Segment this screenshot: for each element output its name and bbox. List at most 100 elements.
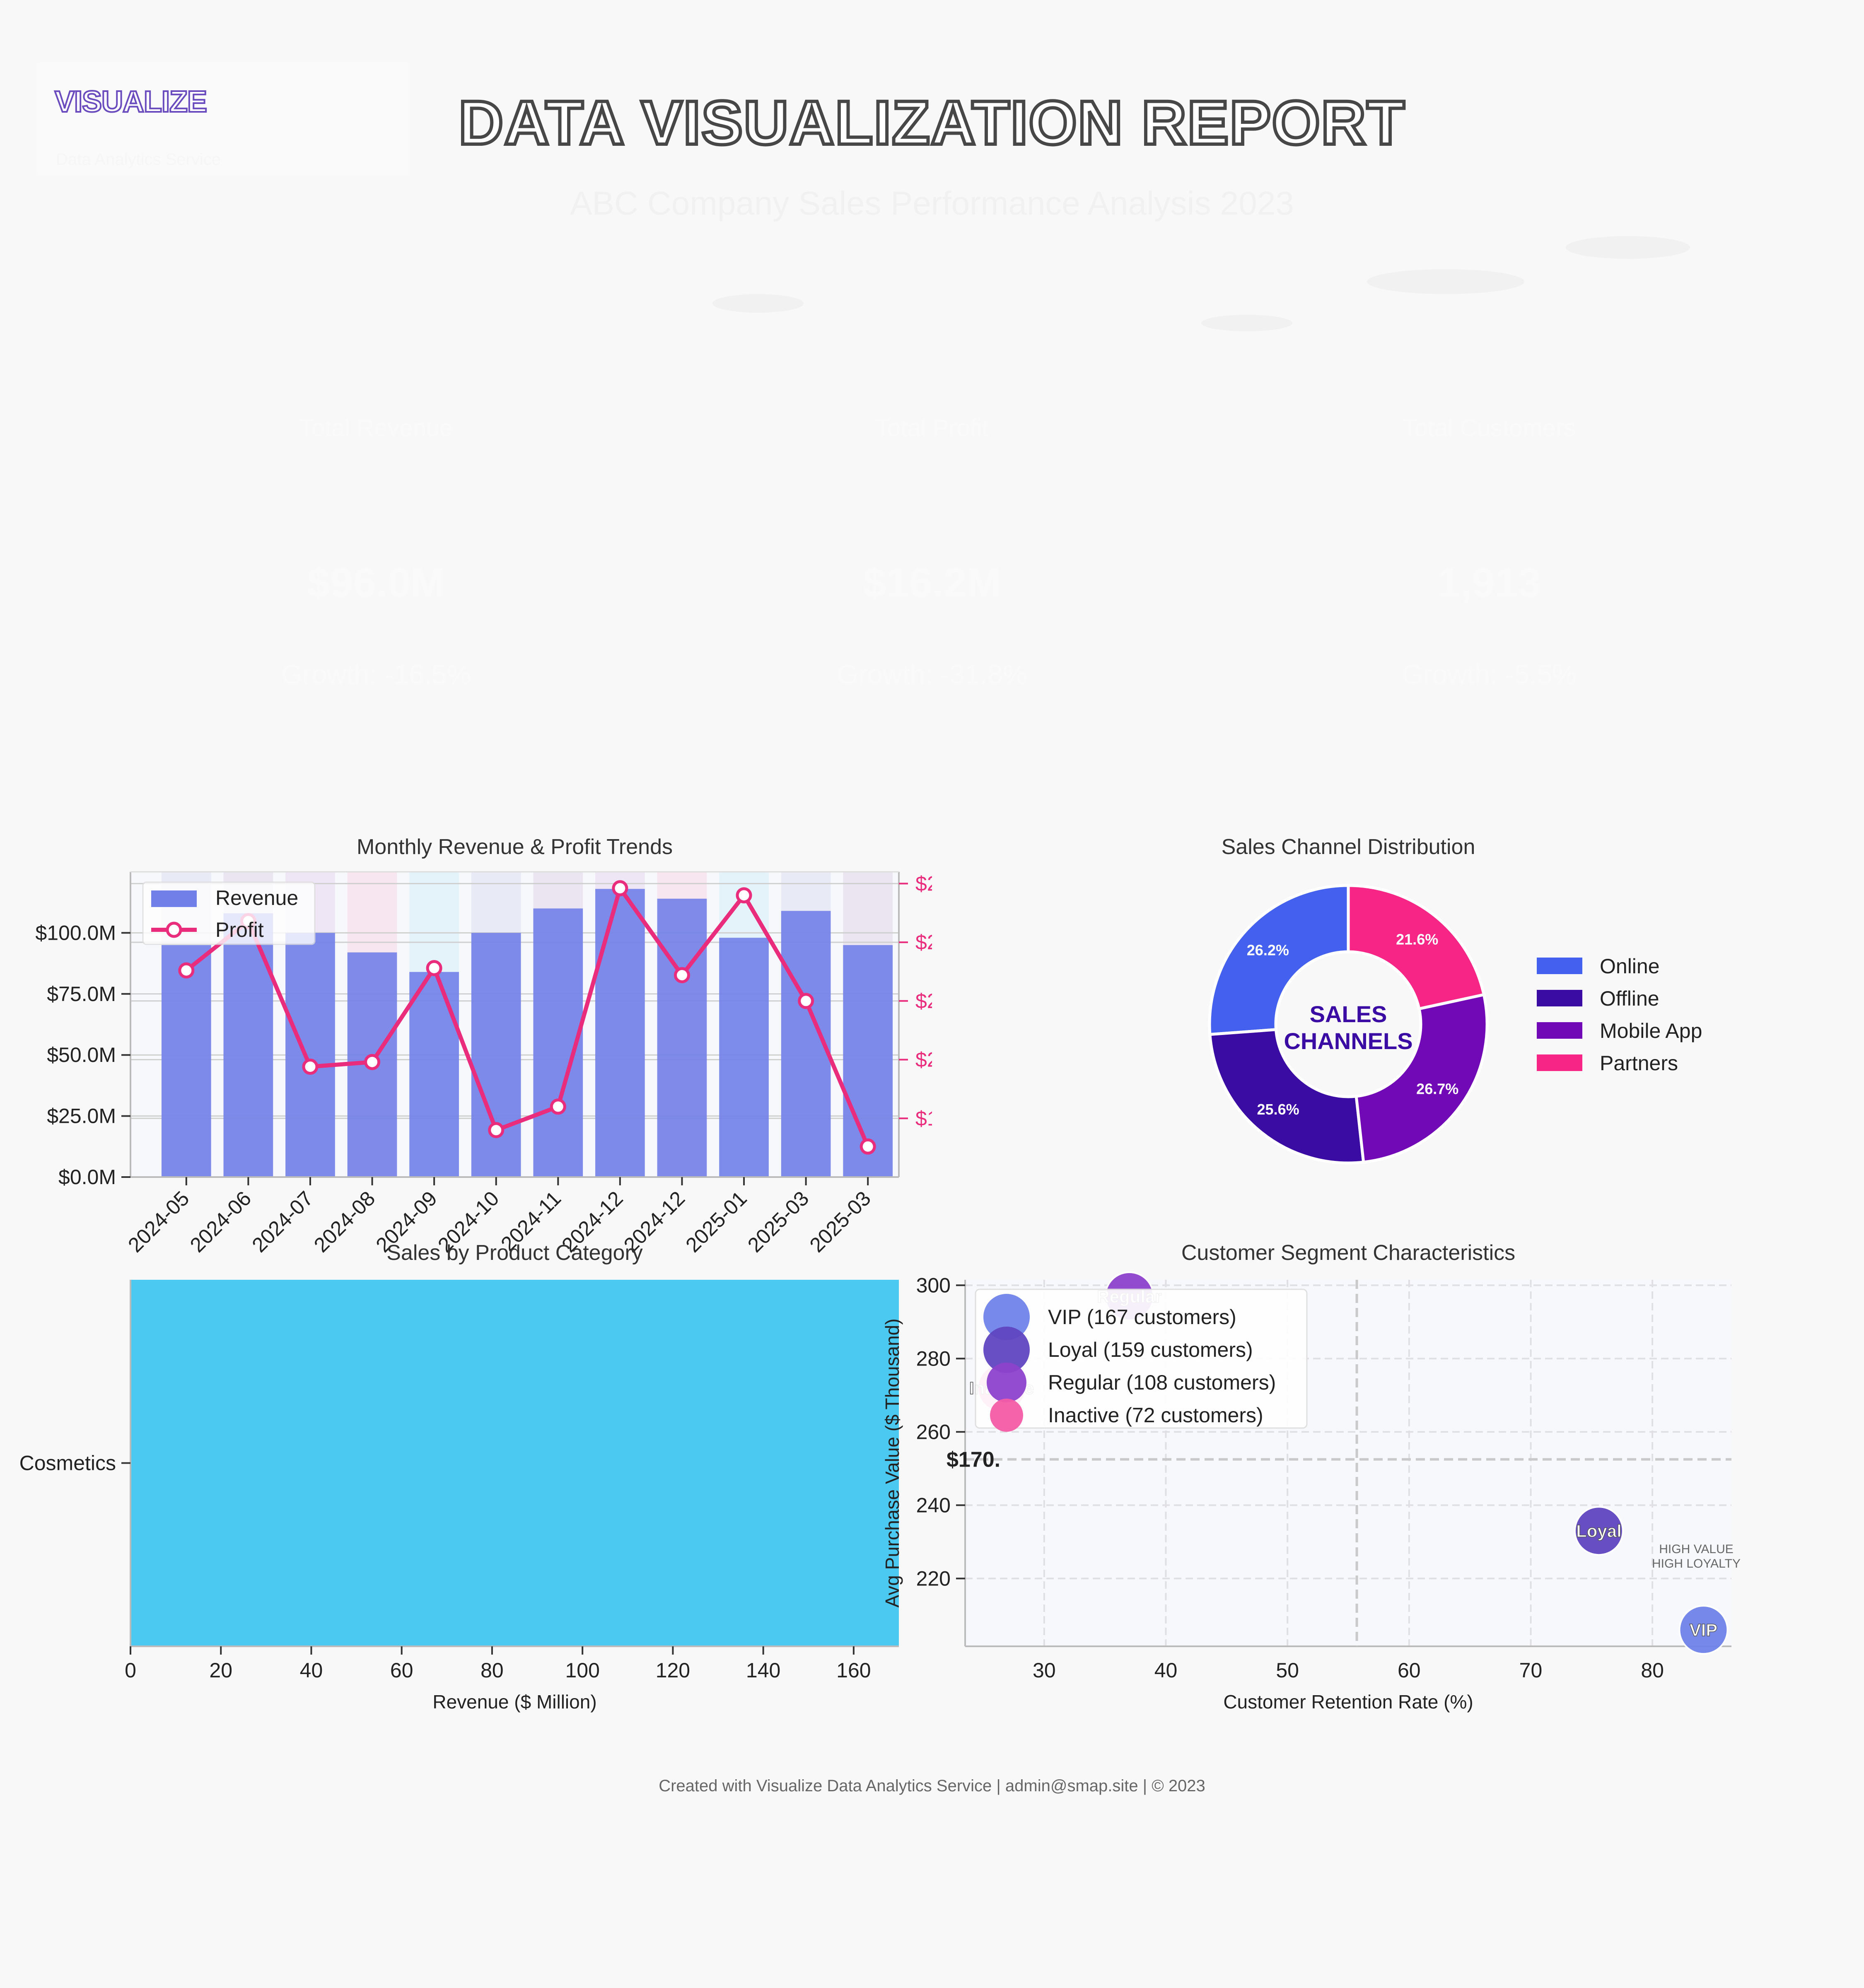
- y-tick-label: 280: [916, 1347, 951, 1370]
- x-tick-label: 100: [565, 1659, 599, 1682]
- legend-label: Online: [1600, 955, 1660, 978]
- y-tick-label: 260: [916, 1420, 951, 1443]
- revenue-profit-chart: Monthly Revenue & Profit Trends $0.0M $25.…: [35, 835, 932, 1257]
- legend-marker: [990, 1399, 1023, 1432]
- y-tick-label-right: $20.0M: [915, 1048, 932, 1071]
- x-tick-label: 160: [836, 1659, 871, 1682]
- slice-value-label: 25.6%: [1257, 1101, 1299, 1118]
- y-tick-label-left: $25.0M: [47, 1105, 116, 1128]
- y-tick-label-right: $25.0M: [915, 931, 932, 954]
- customer-segment-chart: Customer Segment Characteristics $170. 30 4…: [881, 1241, 1741, 1713]
- legend-swatch: [1537, 1022, 1582, 1039]
- sales-channel-donut-chart: Sales Channel Distribution 26.2% 25.6% 26.7…: [1208, 835, 1702, 1165]
- x-tick-label: 50: [1276, 1659, 1299, 1682]
- y-tick-label: 300: [916, 1274, 951, 1297]
- legend-label: VIP (167 customers): [1048, 1305, 1236, 1329]
- kpi-label: Total Profit: [875, 415, 989, 442]
- x-tick-label: 20: [209, 1659, 232, 1682]
- kpi-value: 1,913: [1437, 560, 1541, 606]
- x-tick-label: 80: [480, 1659, 504, 1682]
- profit-point: [736, 887, 752, 904]
- x-tick-label: 40: [1154, 1659, 1178, 1682]
- report-page: VISUALIZE Data Analytics Service DATA VI…: [0, 0, 1864, 1988]
- report-subtitle: ABC Company Sales Performance Analysis 2…: [570, 185, 1294, 222]
- profit-point: [302, 1059, 319, 1075]
- report-title: DATA VISUALIZATION REPORT: [457, 86, 1406, 159]
- legend-swatch: [1537, 958, 1582, 974]
- y-tick-label-right: $17.5M: [915, 1107, 932, 1130]
- kpi-label: Total Revenue: [299, 415, 453, 442]
- revenue-bar: [285, 933, 335, 1177]
- profit-point: [798, 993, 814, 1009]
- legend-label: Mobile App: [1600, 1019, 1702, 1042]
- revenue-bar: [595, 889, 645, 1177]
- y-tick-label: 220: [916, 1567, 951, 1590]
- product-category-chart: Sales by Product Category Cosmetics 0 20 40 6…: [19, 1241, 899, 1713]
- legend-label: Regular (108 customers): [1048, 1371, 1276, 1394]
- chart-title: Customer Segment Characteristics: [1181, 1241, 1515, 1265]
- x-tick-label: 60: [390, 1659, 413, 1682]
- slice-value-label: 26.2%: [1247, 942, 1289, 959]
- revenue-bar: [409, 972, 459, 1177]
- legend-label: Loyal (159 customers): [1048, 1338, 1253, 1361]
- revenue-bar: [223, 913, 273, 1177]
- revenue-bar: [471, 933, 521, 1177]
- segment-point-label: Loyal: [1576, 1521, 1622, 1541]
- donut-center-label: CHANNELS: [1284, 1028, 1412, 1054]
- legend-swatch: [1537, 990, 1582, 1006]
- legend-swatch-revenue: [151, 890, 197, 907]
- x-tick-label: 140: [746, 1659, 780, 1682]
- y-tick-label-left: $50.0M: [47, 1043, 116, 1066]
- y-tick-label-right: $22.5M: [915, 989, 932, 1013]
- profit-point: [860, 1138, 876, 1155]
- y-tick-label: Cosmetics: [19, 1452, 116, 1475]
- category-bar: [130, 1280, 899, 1646]
- legend-label-profit: Profit: [215, 918, 264, 941]
- footer-text: Created with Visualize Data Analytics Se…: [659, 1777, 1205, 1795]
- x-tick-label: 80: [1641, 1659, 1664, 1682]
- x-tick-label: 40: [300, 1659, 323, 1682]
- y-tick-label-right: $27.5M: [915, 872, 932, 895]
- chart-title: Sales Channel Distribution: [1222, 835, 1475, 859]
- profit-point: [612, 880, 628, 897]
- profit-point: [674, 967, 690, 983]
- chart-legend: VIP (167 customers) Loyal (159 customers)…: [975, 1288, 1308, 1432]
- profit-point: [178, 962, 195, 979]
- x-tick-label: 70: [1519, 1659, 1543, 1682]
- kpi-value: $96.0M: [307, 560, 445, 606]
- x-tick-label: 60: [1398, 1659, 1421, 1682]
- kpi-label: Total Customers: [1402, 415, 1576, 442]
- kpi-growth: Growth: -16.5%: [281, 659, 471, 690]
- segment-point-label: VIP: [1690, 1620, 1718, 1640]
- y-tick-label-left: $100.0M: [35, 921, 116, 944]
- kpi-growth: Growth: -31.8%: [837, 659, 1027, 690]
- mean-y-label: $170.: [946, 1448, 1000, 1472]
- quadrant-label: HIGH LOYALTY: [1652, 1557, 1741, 1571]
- y-tick-label: 240: [916, 1493, 951, 1517]
- decorative-ellipse: [1367, 269, 1524, 294]
- profit-point: [426, 960, 442, 976]
- legend-label: Inactive (72 customers): [1048, 1404, 1263, 1427]
- chart-title: Monthly Revenue & Profit Trends: [357, 835, 673, 859]
- y-tick-label-left: $75.0M: [47, 982, 116, 1006]
- x-tick-label: 0: [125, 1659, 136, 1682]
- y-tick-label-left: $0.0M: [58, 1165, 116, 1189]
- decorative-ellipse: [1201, 315, 1292, 331]
- donut-center-label: SALES: [1310, 1001, 1387, 1027]
- slice-value-label: 21.6%: [1396, 931, 1438, 948]
- x-tick-label: 120: [656, 1659, 690, 1682]
- profit-point: [364, 1054, 381, 1070]
- legend-marker: [987, 1363, 1026, 1402]
- y-axis-label: Avg Purchase Value ($ Thousand): [881, 1318, 903, 1607]
- kpi-value: $16.2M: [863, 560, 1001, 606]
- x-axis-label: Customer Retention Rate (%): [1223, 1691, 1473, 1713]
- legend-swatch: [1537, 1054, 1582, 1071]
- profit-point: [488, 1122, 505, 1139]
- legend-label-revenue: Revenue: [215, 886, 298, 910]
- revenue-bar: [161, 945, 211, 1177]
- legend-label: Partners: [1600, 1052, 1678, 1075]
- chart-legend: Revenue Profit: [142, 881, 316, 945]
- revenue-bar: [719, 938, 769, 1177]
- kpi-growth: Growth: -5.5%: [1402, 659, 1577, 690]
- revenue-bar: [657, 898, 707, 1177]
